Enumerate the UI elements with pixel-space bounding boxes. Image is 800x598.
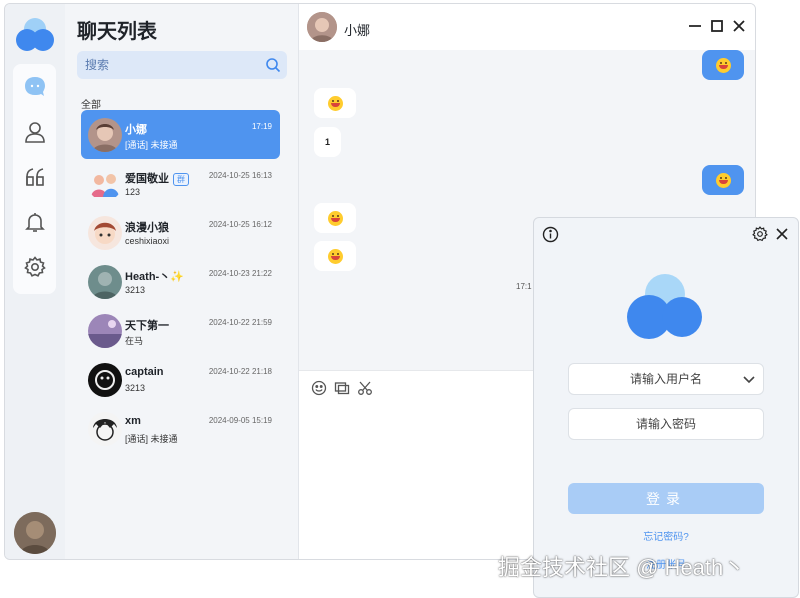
username-input[interactable] xyxy=(569,364,763,394)
message-text: 1 xyxy=(324,137,330,147)
chat-item[interactable]: 小娜 17:19 [通话] 未接通 xyxy=(81,110,280,159)
chat-item[interactable]: 爱国敬业群 2024-10-25 16:13 123 xyxy=(81,159,280,208)
quote-icon xyxy=(26,168,44,186)
chat-item-message: 123 xyxy=(125,187,141,197)
close-icon[interactable] xyxy=(731,18,747,34)
info-icon[interactable] xyxy=(542,226,559,243)
avatar xyxy=(88,314,122,348)
chat-items: 小娜 17:19 [通话] 未接通 爱国敬业群 2024-10-25 16:13… xyxy=(81,110,280,453)
chat-item-name-text: 爱国敬业 xyxy=(125,173,169,185)
chat-item-message: 在马 xyxy=(125,336,144,346)
close-icon[interactable] xyxy=(775,227,789,241)
incoming-message xyxy=(314,203,356,233)
app-logo xyxy=(627,274,702,339)
group-badge: 群 xyxy=(173,173,189,186)
nav-notifications-button[interactable] xyxy=(22,209,48,235)
chat-item-message: 3213 xyxy=(125,383,146,393)
chat-item-message: ceshixiaoxi xyxy=(125,236,170,246)
chat-list-title: 聊天列表 xyxy=(77,21,157,43)
chat-item[interactable]: 浪漫小狼 2024-10-25 16:12 ceshixiaoxi xyxy=(81,208,280,257)
bell-icon xyxy=(25,213,45,232)
chat-item-time: 2024-10-25 16:13 xyxy=(208,171,272,180)
search-box xyxy=(77,51,287,79)
chevron-down-icon[interactable] xyxy=(743,373,755,385)
outgoing-message xyxy=(702,165,744,195)
emoji-icon xyxy=(327,210,343,226)
user-icon xyxy=(25,122,45,143)
group-avatar xyxy=(88,167,122,201)
gear-icon[interactable] xyxy=(752,226,768,242)
avatar xyxy=(88,265,122,299)
incoming-message xyxy=(314,88,356,118)
chat-list-panel: 聊天列表 全部 小娜 17:19 [通话] 未接通 爱国敬业群 xyxy=(65,4,299,559)
forgot-password-link[interactable]: 忘记密码? xyxy=(534,528,798,543)
watermark: 掘金技术社区 @ Heath丶 xyxy=(498,555,746,580)
outgoing-message xyxy=(702,50,744,80)
chat-item-time: 2024-10-22 21:18 xyxy=(208,367,272,376)
chat-item[interactable]: 天下第一 2024-10-22 21:59 在马 xyxy=(81,306,280,355)
chat-header: 小娜 xyxy=(299,4,755,50)
avatar xyxy=(88,363,122,397)
maximize-icon[interactable] xyxy=(709,18,725,34)
avatar xyxy=(88,412,122,446)
scissors-icon[interactable] xyxy=(357,380,373,396)
nav-quote-button[interactable] xyxy=(22,164,48,190)
contact-name: 小娜 xyxy=(344,23,371,38)
nav-settings-button[interactable] xyxy=(22,254,48,280)
chat-item[interactable]: captain 2024-10-22 21:18 3213 xyxy=(81,355,280,404)
screenshot-icon[interactable] xyxy=(334,380,350,396)
chat-item-message: 3213 xyxy=(125,285,146,295)
chat-item[interactable]: xm 2024-09-05 15:19 [通话] 未接通 xyxy=(81,404,280,453)
chat-item-message: [通话] 未接通 xyxy=(125,140,178,150)
message-timestamp: 17:1 xyxy=(516,282,532,291)
chat-item-name: 小娜 xyxy=(125,124,147,136)
login-dialog: 登录 忘记密码? 注册账号 xyxy=(533,217,799,598)
current-user-avatar[interactable] xyxy=(14,512,56,554)
nav-contacts-button[interactable] xyxy=(22,119,48,145)
incoming-message xyxy=(314,241,356,271)
emoji-icon xyxy=(327,95,343,111)
login-button[interactable]: 登录 xyxy=(568,483,764,514)
contact-avatar[interactable] xyxy=(307,12,337,42)
password-field[interactable] xyxy=(568,408,764,440)
chat-item-name: captain xyxy=(125,366,164,378)
emoji-picker-icon[interactable] xyxy=(311,380,327,396)
chat-item[interactable]: Heath-丶✨ 2024-10-23 21:22 3213 xyxy=(81,257,280,306)
app-logo xyxy=(16,18,54,51)
emoji-icon xyxy=(327,248,343,264)
chat-item-message: [通话] 未接通 xyxy=(125,434,178,444)
nav-chat-button[interactable] xyxy=(22,74,48,100)
chat-item-name: xm xyxy=(125,415,141,427)
avatar xyxy=(88,216,122,250)
emoji-icon xyxy=(715,172,731,188)
avatar xyxy=(88,118,122,152)
chat-item-name: 爱国敬业群 xyxy=(125,170,189,186)
minimize-icon[interactable] xyxy=(687,18,703,34)
chat-item-time: 2024-10-22 21:59 xyxy=(208,318,272,327)
username-field[interactable] xyxy=(568,363,764,395)
chat-item-time: 2024-10-25 16:12 xyxy=(208,220,272,229)
chat-item-name: Heath-丶✨ xyxy=(125,271,184,283)
chat-item-name: 浪漫小狼 xyxy=(125,222,169,234)
chat-item-name: 天下第一 xyxy=(125,320,169,332)
chat-item-time: 2024-10-23 21:22 xyxy=(208,269,272,278)
emoji-icon xyxy=(715,57,731,73)
chat-item-time: 2024-09-05 15:19 xyxy=(208,416,272,425)
incoming-message: 1 xyxy=(314,127,341,157)
search-input[interactable] xyxy=(85,51,255,79)
section-label: 全部 xyxy=(81,100,101,111)
nav-rail xyxy=(5,4,65,559)
gear-icon xyxy=(24,256,46,277)
nav-card xyxy=(13,64,56,294)
chat-bubble-icon xyxy=(25,77,45,96)
search-icon[interactable] xyxy=(265,57,281,73)
chat-item-time: 17:19 xyxy=(251,122,272,131)
password-input[interactable] xyxy=(569,409,763,439)
